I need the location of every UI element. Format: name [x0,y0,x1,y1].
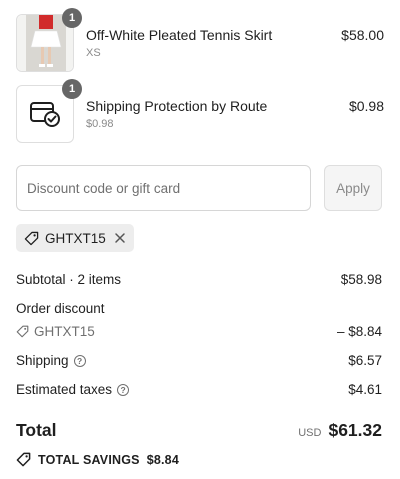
product-thumbnail: 1 [16,8,82,72]
total-amount: $61.32 [328,420,382,440]
line-item: 1 Off-White Pleated Tennis Skirt XS $58.… [16,8,384,72]
item-variant: XS [86,47,101,59]
subtotal-value: $58.98 [340,272,382,287]
applied-discount-chip: GHTXT15 [16,224,134,252]
total-label: Total [16,420,57,440]
discount-code-text: GHTXT15 [34,324,95,339]
tag-icon [16,325,29,338]
shipping-row: Shipping ? $6.57 [16,353,382,368]
item-price: $0.98 [348,98,384,114]
item-price: $58.00 [341,27,384,43]
order-discount-row: Order discount [16,301,382,316]
item-subtitle: $0.98 [86,118,114,130]
discount-code-label: GHTXT15 [45,230,106,246]
tag-icon [16,452,31,467]
total-row: Total USD $61.32 [16,420,382,441]
discount-value: – $8.84 [336,324,382,339]
savings-label: TOTAL SAVINGS [38,452,140,467]
subtotal-label: Subtotal · 2 items [16,272,122,287]
quantity-badge: 1 [62,8,82,28]
order-discount-label: Order discount [16,301,105,316]
close-icon [115,233,125,243]
discount-detail-row: GHTXT15 – $8.84 [16,324,382,339]
total-savings: TOTAL SAVINGS $8.84 [16,452,179,467]
question-circle-icon[interactable]: ? [117,383,130,396]
apply-button[interactable]: Apply [324,165,382,211]
package-check-icon [30,102,60,127]
shipping-value: $6.57 [348,353,382,368]
item-title: Off-White Pleated Tennis Skirt [86,27,273,43]
savings-value: $8.84 [146,452,179,467]
quantity-badge: 1 [62,79,82,99]
subtotal-row: Subtotal · 2 items $58.98 [16,272,382,287]
shipping-label: Shipping [16,353,69,368]
item-title: Shipping Protection by Route [86,98,268,114]
taxes-row: Estimated taxes ? $4.61 [16,382,382,397]
line-item: 1 Shipping Protection by Route $0.98 $0.… [16,79,384,143]
taxes-value: $4.61 [348,382,382,397]
taxes-label: Estimated taxes [16,382,113,397]
discount-code-input[interactable] [16,165,311,211]
tag-icon [24,231,39,245]
remove-discount-button[interactable] [114,232,126,244]
product-thumbnail: 1 [16,79,82,143]
currency-code: USD [298,427,322,439]
question-circle-icon[interactable]: ? [73,354,86,367]
